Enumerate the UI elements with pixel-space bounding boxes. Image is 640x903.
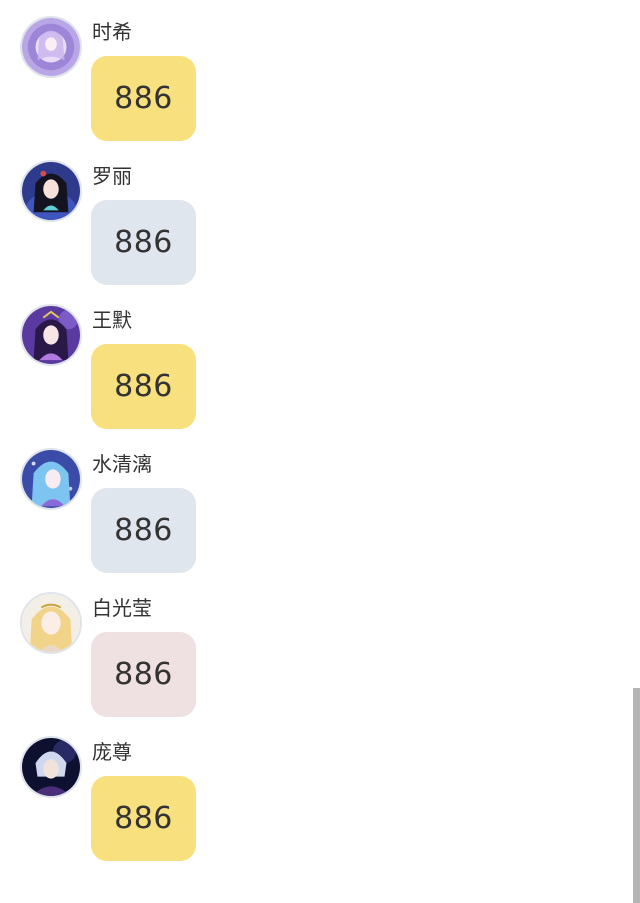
- sender-name: 时希: [92, 20, 132, 44]
- message-bubble[interactable]: 886: [91, 488, 196, 573]
- blonde-girl-avatar: [22, 594, 80, 652]
- avatar[interactable]: [20, 592, 82, 654]
- message-bubble[interactable]: 886: [91, 344, 196, 429]
- sender-name: 罗丽: [92, 164, 132, 188]
- message-item: 罗丽 886: [0, 144, 620, 288]
- message-bubble[interactable]: 886: [91, 632, 196, 717]
- purple-hair-girl-avatar: [22, 18, 80, 76]
- silver-hair-boy-avatar: [22, 738, 80, 796]
- avatar[interactable]: [20, 736, 82, 798]
- message-item: 庞尊 886: [0, 720, 620, 864]
- sender-name: 庞尊: [92, 740, 132, 764]
- message-bubble[interactable]: 886: [91, 200, 196, 285]
- scrollbar-track[interactable]: [632, 0, 640, 903]
- message-bubble[interactable]: 886: [91, 56, 196, 141]
- message-bubble[interactable]: 886: [91, 776, 196, 861]
- scrollbar-thumb[interactable]: [633, 688, 640, 903]
- avatar[interactable]: [20, 304, 82, 366]
- dark-hair-girl-avatar: [22, 162, 80, 220]
- sender-name: 白光莹: [92, 596, 152, 620]
- avatar[interactable]: [20, 448, 82, 510]
- message-item: 时希 886: [0, 0, 620, 144]
- chat-message-list[interactable]: 时希 886 罗丽 886 王默 886 水清漓 886 白光莹 886 庞尊 …: [0, 0, 640, 903]
- sender-name: 王默: [92, 308, 132, 332]
- message-item: 水清漓 886: [0, 432, 620, 576]
- purple-princess-avatar: [22, 306, 80, 364]
- message-item: 白光莹 886: [0, 576, 620, 720]
- message-item: 王默 886: [0, 288, 620, 432]
- avatar[interactable]: [20, 16, 82, 78]
- sender-name: 水清漓: [92, 452, 152, 476]
- avatar[interactable]: [20, 160, 82, 222]
- blue-hair-girl-avatar: [22, 450, 80, 508]
